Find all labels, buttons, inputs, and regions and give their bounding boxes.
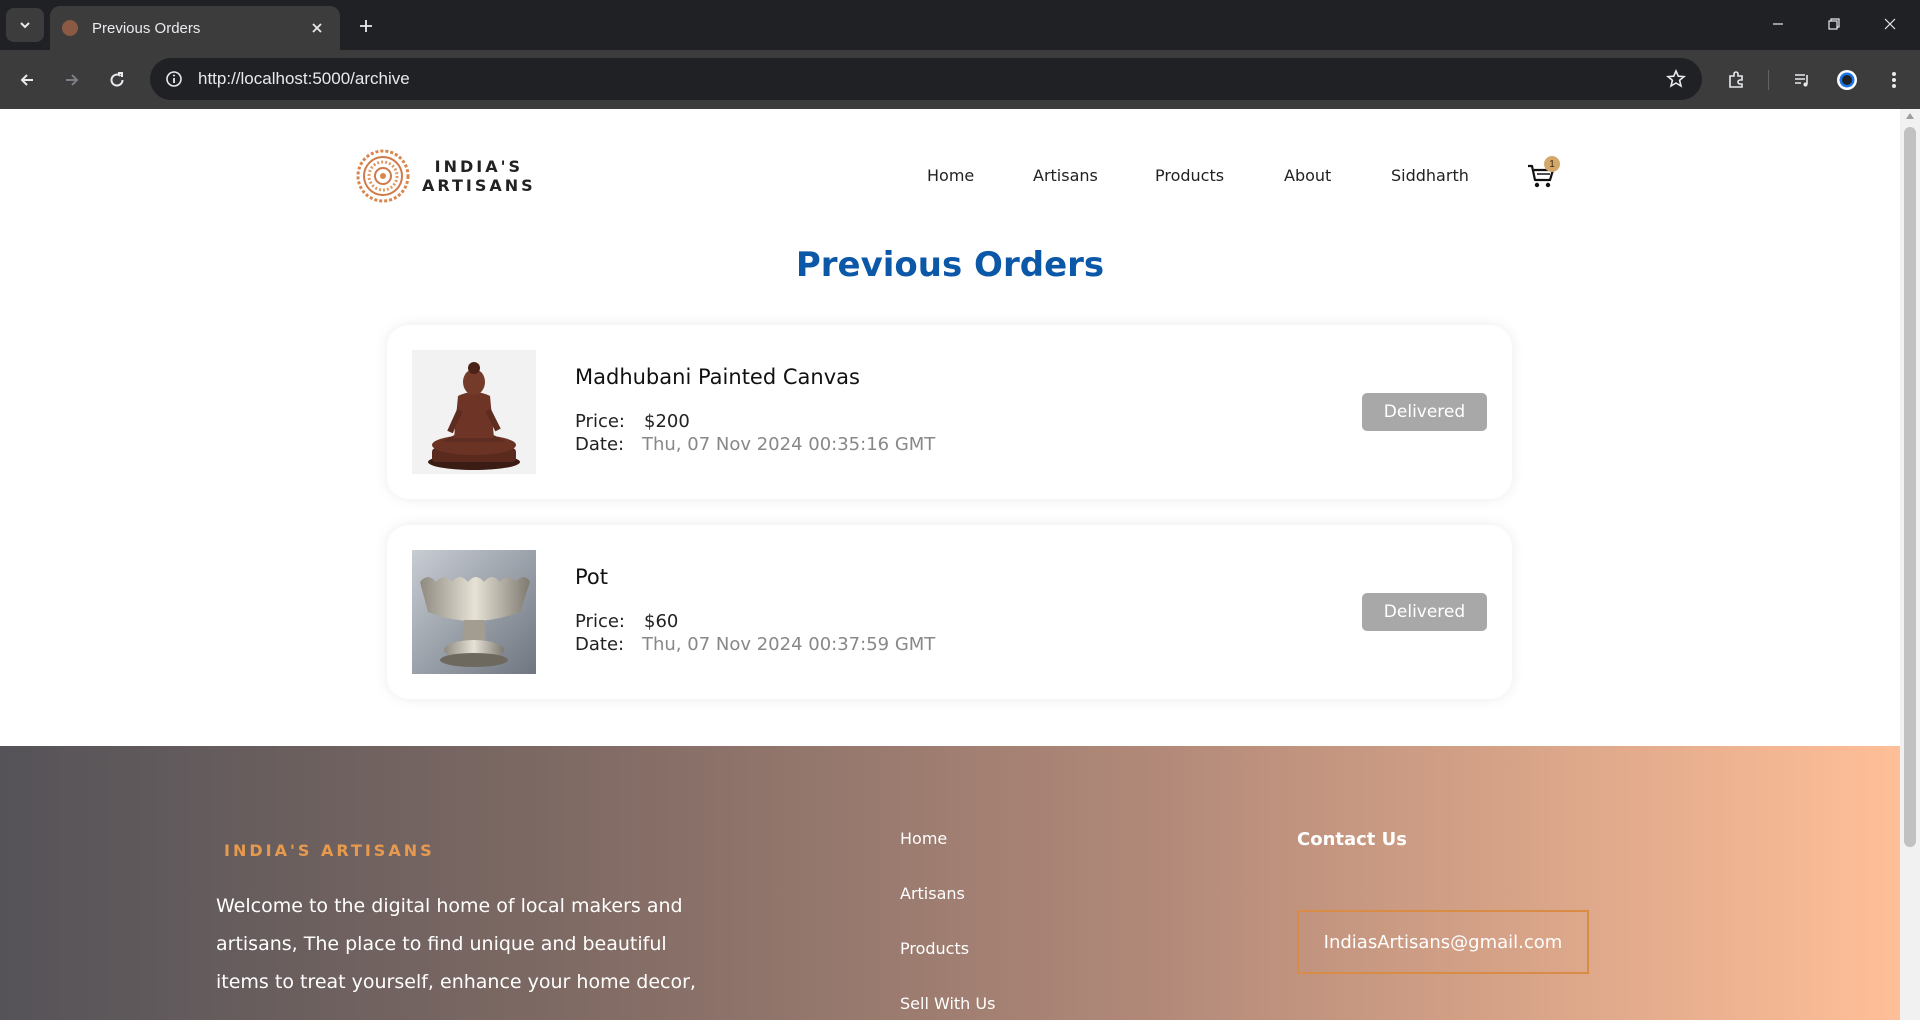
back-button[interactable] [11, 64, 43, 96]
media-controls-icon[interactable] [1786, 64, 1818, 96]
buddha-statue-image [412, 350, 536, 474]
order-product-name: Madhubani Painted Canvas [575, 365, 860, 389]
order-date-value: Thu, 07 Nov 2024 00:35:16 GMT [642, 434, 936, 455]
status-badge: Delivered [1362, 593, 1487, 631]
order-date-value: Thu, 07 Nov 2024 00:37:59 GMT [642, 634, 936, 655]
order-product-name: Pot [575, 565, 608, 589]
tab-title: Previous Orders [92, 19, 201, 37]
footer-brand: INDIA'S ARTISANS [224, 841, 435, 860]
cart-count-badge: 1 [1544, 156, 1560, 172]
scroll-up-arrow-icon[interactable] [1906, 113, 1914, 119]
browser-tab-strip: Previous Orders [0, 0, 1920, 50]
order-price-label: Price: [575, 611, 625, 632]
forward-arrow-icon [66, 74, 79, 86]
close-tab-icon[interactable] [306, 17, 328, 39]
close-window-button[interactable] [1862, 6, 1918, 42]
address-bar[interactable]: http://localhost:5000/archive [150, 58, 1702, 100]
page-title: Previous Orders [795, 245, 1105, 285]
order-card: Madhubani Painted Canvas Price: $200 Dat… [387, 325, 1512, 499]
order-price-value: $60 [644, 611, 679, 632]
order-price-value: $200 [644, 411, 690, 432]
footer-link-artisans[interactable]: Artisans [900, 884, 965, 903]
site-footer: INDIA'S ARTISANS Welcome to the digital … [0, 746, 1900, 1020]
extensions-icon[interactable] [1720, 64, 1752, 96]
toolbar-divider [1768, 70, 1769, 90]
order-card: Pot Price: $60 Date: Thu, 07 Nov 2024 00… [387, 525, 1512, 699]
silver-bowl-image [412, 550, 536, 674]
restore-icon [1828, 18, 1840, 30]
order-date-label: Date: [575, 634, 625, 655]
footer-link-home[interactable]: Home [900, 829, 947, 848]
scrollbar-thumb[interactable] [1904, 127, 1916, 847]
menu-kebab-icon[interactable] [1878, 64, 1910, 96]
plus-icon [360, 20, 372, 32]
reload-icon [110, 72, 124, 87]
page-viewport: INDIA'S ARTISANS Home Artisans Products … [0, 109, 1900, 1020]
nav-products[interactable]: Products [1155, 166, 1224, 185]
footer-link-sell-with-us[interactable]: Sell With Us [900, 994, 995, 1013]
chevron-down-icon [20, 22, 30, 29]
nav-user-siddharth[interactable]: Siddharth [1391, 166, 1469, 185]
back-arrow-icon [20, 74, 33, 86]
bookmark-star-icon[interactable] [1660, 63, 1692, 95]
footer-email-link[interactable]: IndiasArtisans@gmail.com [1297, 910, 1589, 974]
url-text[interactable]: http://localhost:5000/archive [198, 69, 1660, 89]
minimize-button[interactable] [1750, 6, 1806, 42]
tab-search-button[interactable] [6, 8, 44, 42]
new-tab-button[interactable] [352, 12, 380, 40]
footer-description: Welcome to the digital home of local mak… [216, 895, 696, 993]
browser-toolbar: http://localhost:5000/archive [0, 50, 1920, 109]
site-info-icon[interactable] [160, 65, 188, 93]
close-icon [1884, 18, 1896, 30]
status-badge: Delivered [1362, 393, 1487, 431]
page-scrollbar[interactable] [1900, 109, 1920, 1020]
footer-link-products[interactable]: Products [900, 939, 969, 958]
reload-button[interactable] [101, 64, 133, 96]
nav-about[interactable]: About [1284, 166, 1331, 185]
minimize-icon [1773, 23, 1783, 25]
profile-avatar-icon[interactable] [1831, 64, 1863, 96]
restore-button[interactable] [1806, 6, 1862, 42]
footer-contact-title: Contact Us [1297, 829, 1408, 850]
site-nav: Home Artisans Products About Siddharth [0, 166, 1900, 190]
browser-tab-active[interactable]: Previous Orders [50, 6, 340, 50]
order-price-label: Price: [575, 411, 625, 432]
order-date-label: Date: [575, 434, 625, 455]
nav-home[interactable]: Home [927, 166, 974, 185]
favicon-icon [62, 20, 78, 36]
forward-button[interactable] [56, 64, 88, 96]
nav-artisans[interactable]: Artisans [1033, 166, 1098, 185]
